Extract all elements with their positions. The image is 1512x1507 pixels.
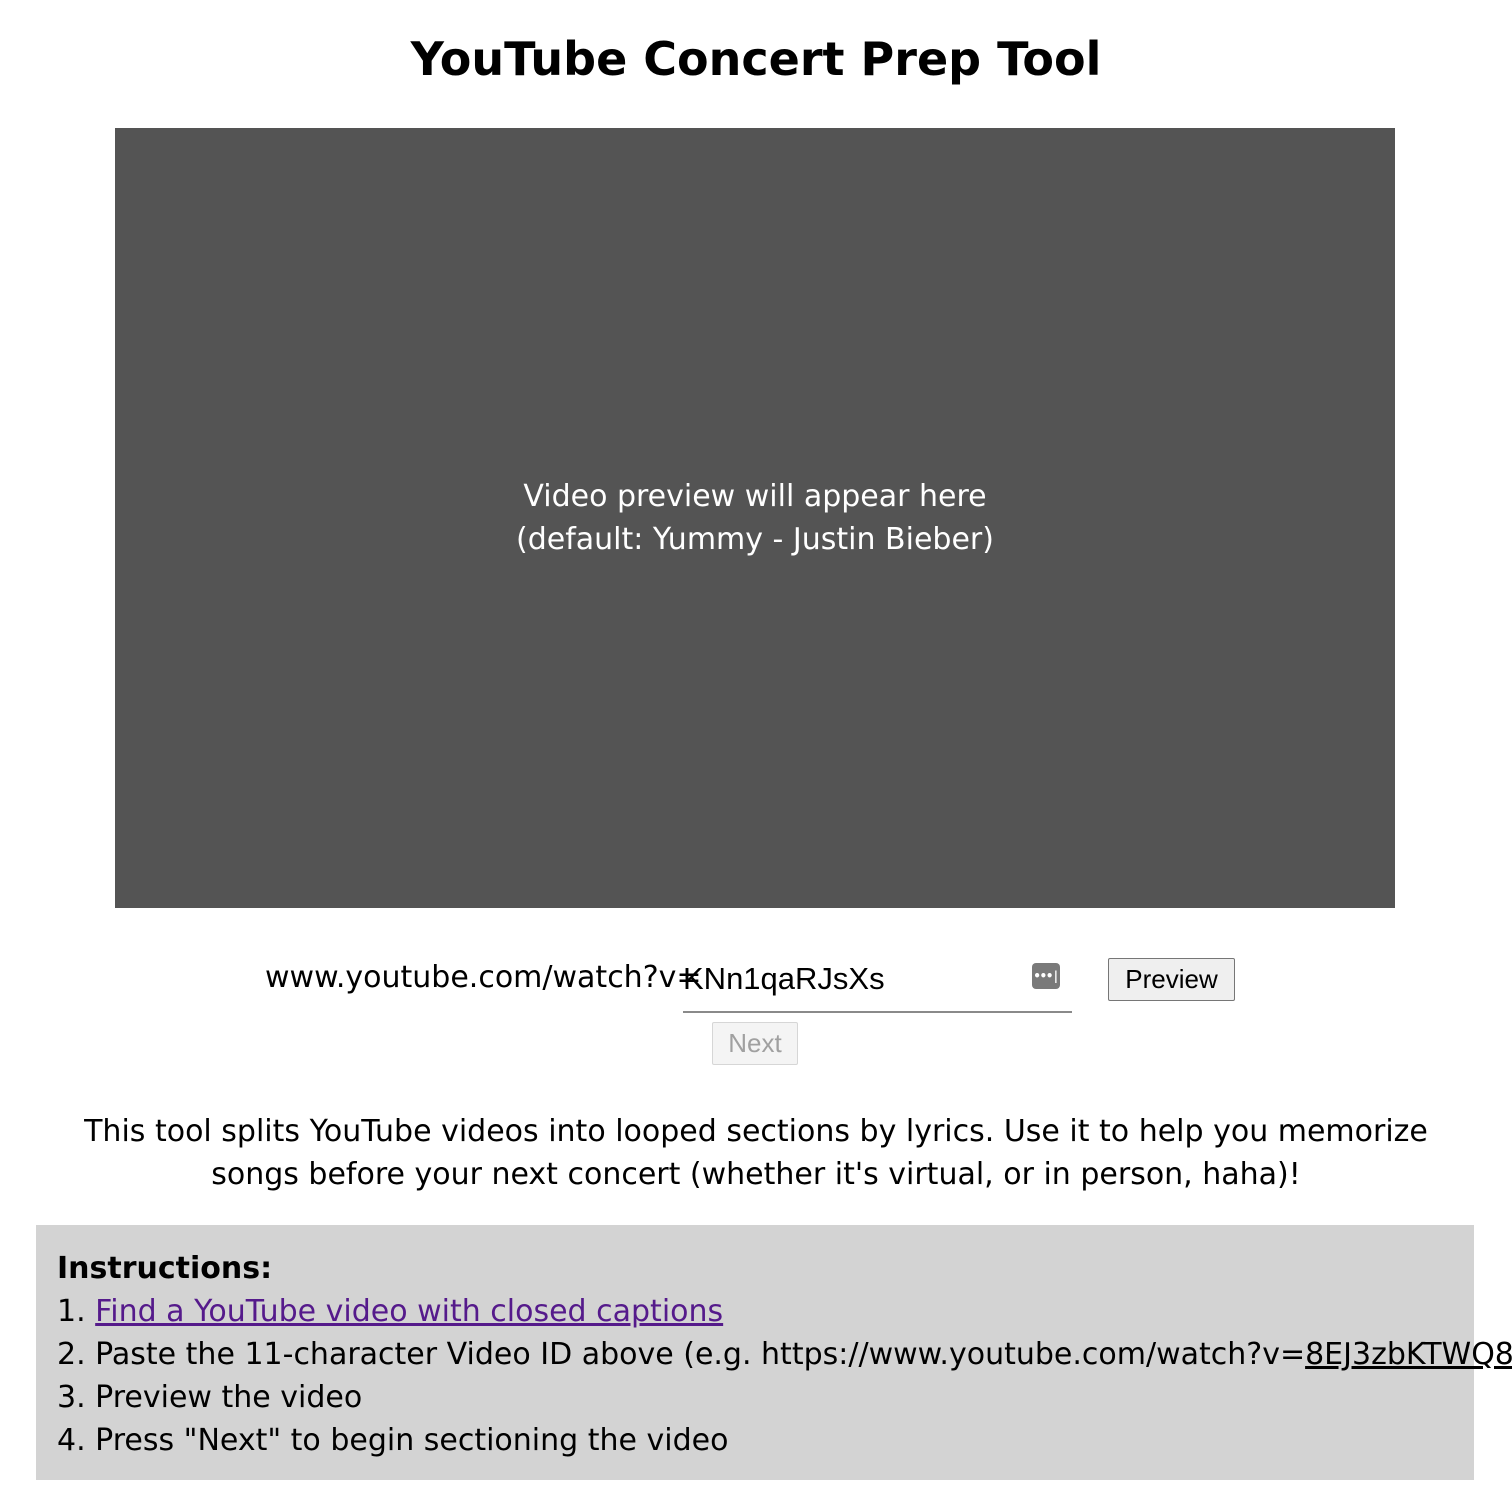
- video-preview-area: Video preview will appear here (default:…: [115, 128, 1395, 908]
- find-video-link[interactable]: Find a YouTube video with closed caption…: [95, 1294, 723, 1329]
- step-1-number: 1.: [57, 1294, 96, 1329]
- tool-description: This tool splits YouTube videos into loo…: [84, 1114, 1428, 1192]
- step-2-text: 2. Paste the 11-character Video ID above…: [57, 1337, 1306, 1372]
- url-prefix-label: www.youtube.com/watch?v=: [265, 960, 702, 995]
- video-id-field-wrapper: •••|: [683, 955, 1072, 1013]
- instructions-panel: Instructions: 1. Find a YouTube video wi…: [36, 1225, 1512, 1480]
- instruction-step-3: 3. Preview the video: [57, 1380, 363, 1415]
- video-preview-default-text: (default: Yummy - Justin Bieber): [516, 522, 994, 557]
- video-preview-placeholder-text: Video preview will appear here: [523, 479, 987, 514]
- next-button[interactable]: Next: [712, 1022, 798, 1065]
- instructions-heading: Instructions:: [57, 1251, 273, 1286]
- video-id-input[interactable]: [683, 957, 1013, 1001]
- example-video-id: 8EJ3zbKTWQ8: [1305, 1337, 1512, 1372]
- preview-button[interactable]: Preview: [1108, 958, 1235, 1001]
- password-manager-icon[interactable]: •••|: [1032, 963, 1060, 989]
- instruction-step-4: 4. Press "Next" to begin sectioning the …: [57, 1423, 729, 1458]
- instruction-step-2: 2. Paste the 11-character Video ID above…: [57, 1333, 1512, 1376]
- instruction-step-1: 1. Find a YouTube video with closed capt…: [57, 1290, 1454, 1333]
- page-title: YouTube Concert Prep Tool: [410, 32, 1102, 86]
